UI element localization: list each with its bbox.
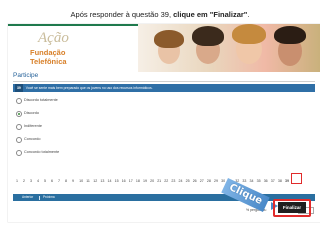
page-link-8[interactable]: 8 (65, 177, 67, 185)
page-link-10[interactable]: 10 (79, 177, 83, 185)
option-indiferente[interactable]: Indiferente (16, 123, 136, 131)
option-label: Discordo (24, 111, 39, 115)
page-link-18[interactable]: 18 (136, 177, 140, 185)
page-link-20[interactable]: 20 (150, 177, 154, 185)
logo-name: Fundação Telefônica (30, 48, 67, 66)
radio-button-selected[interactable] (16, 111, 22, 117)
page-title: Participe (13, 72, 39, 79)
option-discordo[interactable]: Discordo (16, 110, 136, 118)
page-link-33[interactable]: 33 (242, 177, 246, 185)
page-link-21[interactable]: 21 (157, 177, 161, 185)
page-link-25[interactable]: 25 (186, 177, 190, 185)
option-concordo-totalmente[interactable]: Concordo totalmente (16, 149, 136, 157)
page-link-39[interactable]: 39 (285, 177, 289, 185)
page-link-34[interactable]: 34 (250, 177, 254, 185)
page-link-22[interactable]: 22 (164, 177, 168, 185)
logo-script-text: Ação (38, 30, 69, 46)
instruction-suffix: . (247, 10, 250, 19)
page-link-13[interactable]: 13 (100, 177, 104, 185)
option-concordo[interactable]: Concordo (16, 136, 136, 144)
page-link-5[interactable]: 5 (44, 177, 46, 185)
page-link-23[interactable]: 23 (171, 177, 175, 185)
page-link-4[interactable]: 4 (37, 177, 39, 185)
page-link-28[interactable]: 28 (207, 177, 211, 185)
page-link-35[interactable]: 35 (257, 177, 261, 185)
screenshot-frame: Ação Fundação Telefônica Participe 39 Voc… (8, 24, 320, 222)
prev-link[interactable]: Anterior (22, 194, 33, 201)
instruction-caption: Após responder à questão 39, clique em "… (0, 10, 320, 19)
option-label: Concordo totalmente (24, 150, 60, 154)
page-link-17[interactable]: 17 (129, 177, 133, 185)
radio-button[interactable] (16, 137, 22, 143)
page-link-15[interactable]: 15 (115, 177, 119, 185)
brand-logo: Ação Fundação Telefônica (30, 26, 100, 66)
page-link-3[interactable]: 3 (30, 177, 32, 185)
page-link-38[interactable]: 38 (278, 177, 282, 185)
page-link-29[interactable]: 29 (214, 177, 218, 185)
option-label: Indiferente (24, 124, 42, 128)
header-photo (138, 24, 320, 72)
finish-button[interactable]: Finalizar (278, 202, 306, 213)
page-link-12[interactable]: 12 (93, 177, 97, 185)
page-link-19[interactable]: 19 (143, 177, 147, 185)
page-link-7[interactable]: 7 (58, 177, 60, 185)
radio-button[interactable] (16, 98, 22, 104)
option-label: Concordo (24, 137, 41, 141)
title-divider (13, 81, 315, 82)
next-link[interactable]: Próxima (43, 194, 55, 201)
question-number: 39 (15, 84, 23, 92)
page-link-26[interactable]: 26 (193, 177, 197, 185)
option-discordo-totalmente[interactable]: Discordo totalmente (16, 97, 136, 105)
instruction-bold: clique em "Finalizar" (173, 10, 248, 19)
question-text: Você se sente mais bem preparado que os … (25, 86, 153, 90)
page-link-16[interactable]: 16 (122, 177, 126, 185)
page-link-37[interactable]: 37 (271, 177, 275, 185)
page-link-24[interactable]: 24 (179, 177, 183, 185)
option-label: Discordo totalmente (24, 98, 58, 102)
page-link-6[interactable]: 6 (51, 177, 53, 185)
radio-button[interactable] (16, 124, 22, 130)
current-page-highlight (291, 173, 302, 184)
nav-separator (39, 195, 40, 200)
radio-button[interactable] (16, 150, 22, 156)
page-link-1[interactable]: 1 (16, 177, 18, 185)
page-link-11[interactable]: 11 (86, 177, 90, 185)
instruction-prefix: Após responder à questão 39, (70, 10, 174, 19)
question-header: 39 Você se sente mais bem preparado que o… (13, 84, 315, 92)
page-link-14[interactable]: 14 (108, 177, 112, 185)
page-link-9[interactable]: 9 (72, 177, 74, 185)
page-link-27[interactable]: 27 (200, 177, 204, 185)
page-link-2[interactable]: 2 (23, 177, 25, 185)
page-link-36[interactable]: 36 (264, 177, 268, 185)
